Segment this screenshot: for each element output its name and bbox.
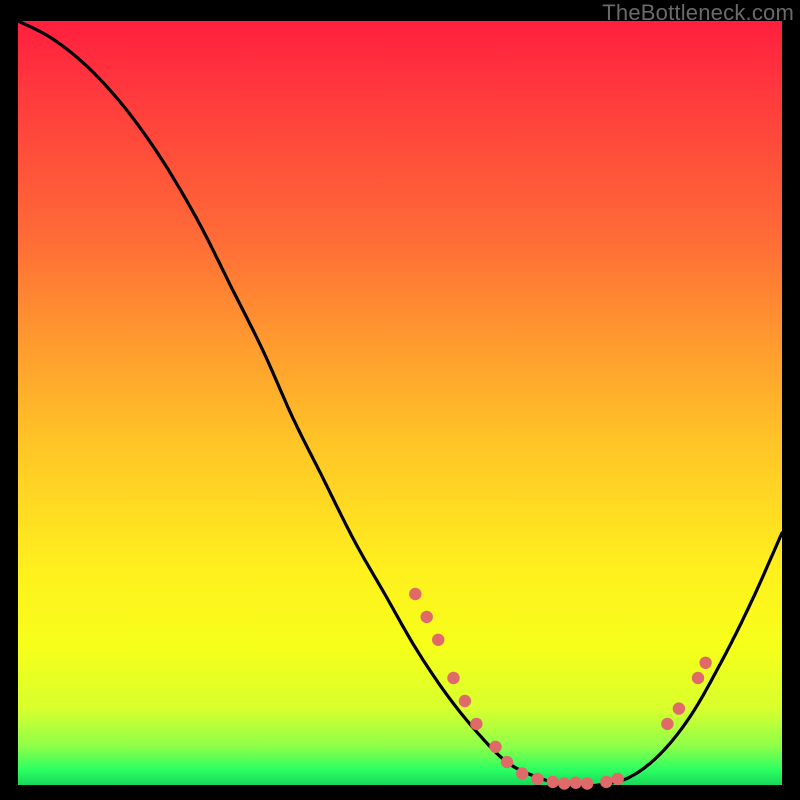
bottleneck-curve — [18, 21, 782, 786]
curve-marker — [531, 773, 543, 785]
curve-marker — [581, 777, 593, 789]
curve-marker — [600, 776, 612, 788]
curve-marker — [692, 672, 704, 684]
bottleneck-curve-svg — [18, 21, 782, 785]
curve-marker — [459, 695, 471, 707]
watermark-text: TheBottleneck.com — [602, 0, 794, 26]
curve-marker — [432, 634, 444, 646]
curve-marker — [558, 777, 570, 789]
curve-marker — [421, 611, 433, 623]
chart-frame — [18, 21, 782, 785]
curve-marker — [447, 672, 459, 684]
curve-marker — [570, 777, 582, 789]
curve-markers — [409, 588, 712, 790]
curve-marker — [516, 767, 528, 779]
curve-marker — [489, 741, 501, 753]
curve-marker — [661, 718, 673, 730]
curve-marker — [470, 718, 482, 730]
curve-marker — [409, 588, 421, 600]
curve-marker — [501, 756, 513, 768]
curve-marker — [612, 773, 624, 785]
curve-marker — [547, 776, 559, 788]
curve-marker — [699, 657, 711, 669]
curve-marker — [673, 702, 685, 714]
